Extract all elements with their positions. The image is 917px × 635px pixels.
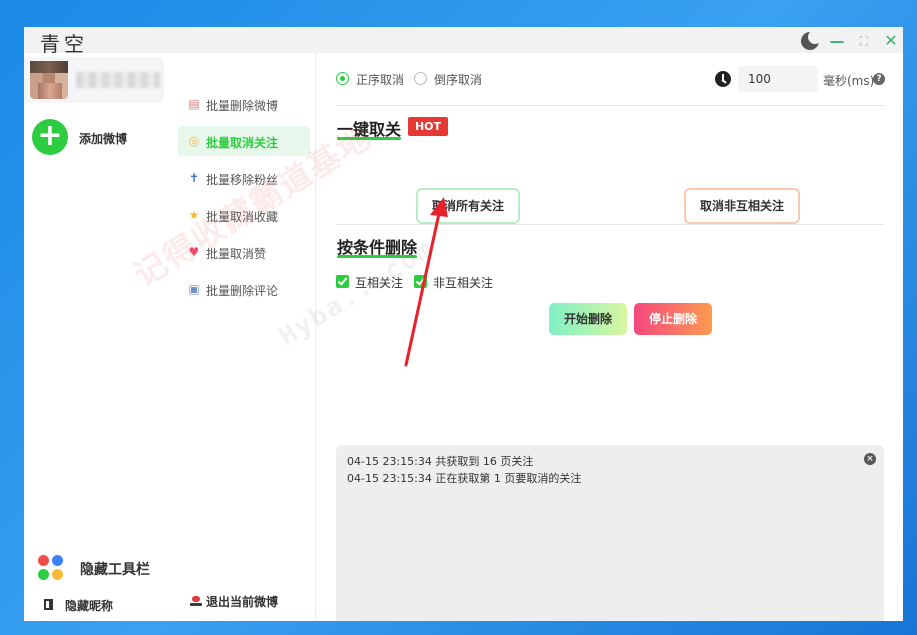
start-delete-button[interactable]: 开始删除 [549,303,627,335]
hide-nickname-label: 隐藏昵称 [65,599,114,613]
main-panel: 正序取消 倒序取消 毫秒(ms) ? 一键取关 HOT 取消所有关注 取消非互相… [316,53,903,621]
nav-item-label: 批量取消赞 [206,247,267,261]
document-icon: ▤ [188,97,200,111]
theme-toggle-button[interactable] [800,30,822,51]
log-line: 04-15 23:15:34 共获取到 16 页关注 [347,455,534,468]
log-line: 04-15 23:15:34 正在获取第 1 页要取消的关注 [347,472,582,485]
nav-item-label: 批量删除评论 [206,284,279,298]
radio-dot [414,72,427,85]
feature-nav: ▤ 批量删除微博 ◎ 批量取消关注 ✝ 批量移除粉丝 ★ 批量取消收藏 ♥ 批量… [170,53,316,621]
account-card[interactable] [24,57,164,103]
nav-item-label: 批量删除微博 [206,99,279,113]
checkbox-label: 互相关注 [355,276,404,290]
maximize-button[interactable]: ⛶ [854,31,874,51]
log-panel[interactable]: 04-15 23:15:34 共获取到 16 页关注 04-15 23:15:3… [336,445,884,621]
clock-icon [715,71,731,87]
delay-input[interactable] [738,66,818,92]
checkbox-box [336,275,349,288]
avatar [30,61,68,99]
cancel-non-mutual-button[interactable]: 取消非互相关注 [684,188,800,224]
comment-icon: ▣ [188,282,200,296]
checkbox-box [414,275,427,288]
nav-item-label: 批量取消收藏 [206,210,279,224]
hide-toolbar-label: 隐藏工具栏 [80,562,150,578]
title-underline [337,137,401,140]
divider [336,224,884,225]
moon-icon [801,30,822,50]
heart-icon: ♥ [188,245,200,259]
radio-label: 倒序取消 [434,73,483,87]
add-weibo-label: 添加微博 [79,132,128,146]
account-sidebar: + 添加微博 隐藏工具栏 隐藏昵称 [24,53,170,621]
sidebar-toggle-icon [44,599,53,610]
clear-log-icon[interactable]: × [864,453,876,465]
nav-item-delete-comments[interactable]: ▣ 批量删除评论 [178,274,310,304]
plus-icon: + [32,119,68,155]
logout-icon [190,596,202,606]
account-name-blurred [76,72,160,88]
nav-item-unlike[interactable]: ♥ 批量取消赞 [178,237,310,267]
divider [336,105,884,106]
person-icon: ✝ [188,171,200,185]
star-icon: ★ [188,208,200,222]
nav-item-label: 批量移除粉丝 [206,173,279,187]
nav-item-unfavorite[interactable]: ★ 批量取消收藏 [178,200,310,230]
hot-badge: HOT [408,117,448,136]
colorful-dots-icon [38,555,64,581]
app-window: 青空 — ⛶ ✕ + 添加微博 隐藏工具栏 隐藏昵称 ▤ 批量删除微博 ◎ 批量… [24,27,903,621]
delay-unit-label: 毫秒(ms) [823,74,875,88]
radio-label: 正序取消 [356,73,405,87]
radio-dot [336,72,349,85]
logout-label: 退出当前微博 [206,595,279,609]
nav-item-delete-weibo[interactable]: ▤ 批量删除微博 [178,89,310,119]
close-button[interactable]: ✕ [881,31,901,51]
nav-item-label: 批量取消关注 [206,136,279,150]
help-icon[interactable]: ? [873,73,885,85]
stop-delete-button[interactable]: 停止删除 [634,303,712,335]
checkbox-label: 非互相关注 [433,276,494,290]
title-underline [337,255,417,258]
title-bar[interactable]: 青空 — ⛶ ✕ [24,27,903,56]
cancel-all-follows-button[interactable]: 取消所有关注 [416,188,520,224]
nav-item-unfollow[interactable]: ◎ 批量取消关注 [178,126,310,156]
user-circle-icon: ◎ [188,134,200,148]
nav-item-remove-fans[interactable]: ✝ 批量移除粉丝 [178,163,310,193]
minimize-button[interactable]: — [827,31,847,51]
